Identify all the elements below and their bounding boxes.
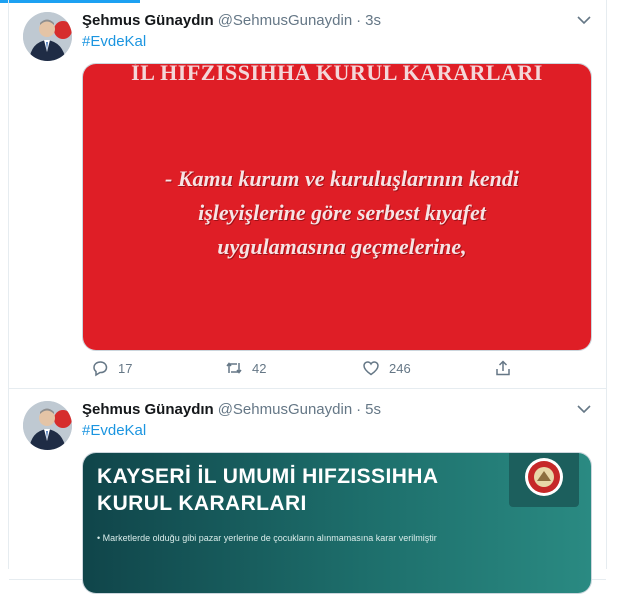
tweet-header: Şehmus Günaydın @SehmusGunaydin · 3s — [82, 12, 381, 29]
timestamp[interactable]: 5s — [365, 401, 381, 418]
tweet-actions: 17 42 246 — [82, 359, 532, 381]
retweet-button[interactable]: 42 — [225, 359, 266, 377]
like-button[interactable]: 246 — [362, 359, 411, 377]
share-button[interactable] — [494, 359, 521, 377]
hashtag-link[interactable]: #EvdeKal — [82, 422, 146, 439]
reply-button[interactable]: 17 — [91, 359, 132, 377]
timeline: Şehmus Günaydın @SehmusGunaydin · 3s #EvdeK… — [8, 0, 607, 594]
image-body: - Kamu kurum ve kuruluşlarının kendi işl… — [113, 162, 571, 264]
announcement-image: İL HIFZISSIHHA KURUL KARARLARI - Kamu ku… — [83, 64, 591, 350]
author-name[interactable]: Şehmus Günaydın — [82, 12, 214, 29]
municipality-seal-icon — [509, 453, 579, 507]
image-title: KAYSERİ İL UMUMİ HIFZISSIHHA KURUL KARAR… — [97, 463, 438, 517]
heart-icon — [363, 361, 379, 376]
author-handle[interactable]: @SehmusGunaydin — [218, 401, 352, 418]
chevron-down-icon[interactable] — [576, 12, 592, 28]
image-bullet: • Marketlerde olduğu gibi pazar yerlerin… — [97, 533, 437, 543]
announcement-image: KAYSERİ İL UMUMİ HIFZISSIHHA KURUL KARAR… — [83, 453, 591, 593]
retweet-count: 42 — [252, 360, 267, 376]
author-handle[interactable]: @SehmusGunaydin — [218, 12, 352, 29]
avatar[interactable] — [23, 401, 72, 450]
retweet-icon — [226, 362, 242, 374]
separator: · — [356, 401, 362, 418]
image-body-line: - Kamu kurum ve kuruluşlarının kendi — [165, 166, 519, 191]
tweet-image[interactable]: KAYSERİ İL UMUMİ HIFZISSIHHA KURUL KARAR… — [82, 452, 592, 594]
timestamp[interactable]: 3s — [365, 12, 381, 29]
avatar[interactable] — [23, 12, 72, 61]
like-count: 246 — [389, 360, 411, 376]
hashtag-link[interactable]: #EvdeKal — [82, 33, 146, 50]
share-icon — [496, 360, 510, 376]
reply-count: 17 — [118, 360, 133, 376]
tweet-image[interactable]: İL HIFZISSIHHA KURUL KARARLARI - Kamu ku… — [82, 63, 592, 351]
chevron-down-icon[interactable] — [576, 401, 592, 417]
tweet[interactable]: Şehmus Günaydın @SehmusGunaydin · 3s #EvdeK… — [9, 0, 606, 389]
image-body-line: uygulamasına geçmelerine, — [217, 234, 467, 259]
tweet-header: Şehmus Günaydın @SehmusGunaydin · 5s — [82, 401, 381, 418]
tweet[interactable]: Şehmus Günaydın @SehmusGunaydin · 5s #EvdeK… — [9, 389, 606, 594]
image-title-line: KURUL KARARLARI — [97, 492, 307, 515]
image-title: İL HIFZISSIHHA KURUL KARARLARI — [131, 63, 543, 85]
separator: · — [356, 12, 362, 29]
image-title-line: KAYSERİ İL UMUMİ HIFZISSIHHA — [97, 465, 439, 488]
reply-icon — [93, 361, 108, 377]
author-name[interactable]: Şehmus Günaydın — [82, 401, 214, 418]
image-body-line: işleyişlerine göre serbest kıyafet — [198, 200, 486, 225]
